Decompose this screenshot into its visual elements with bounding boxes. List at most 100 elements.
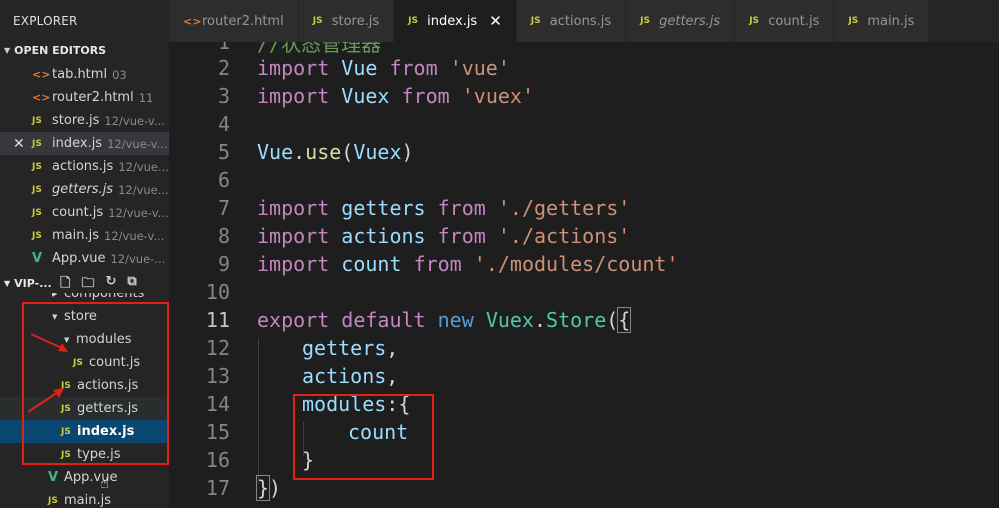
line-number: 11 <box>205 308 230 332</box>
line-number: 5 <box>217 140 230 164</box>
tab-label: index.js <box>427 13 478 29</box>
open-editor-store-js[interactable]: JS store.js 12/vue-v... <box>0 109 169 132</box>
js-file-icon: JS <box>848 16 859 26</box>
tab-label: store.js <box>331 13 380 29</box>
close-icon[interactable]: ✕ <box>13 136 25 152</box>
open-editor-desc: 12/vue-v... <box>107 136 168 151</box>
tab-count-js[interactable]: JS count.js <box>735 0 835 42</box>
js-file-icon: JS <box>73 357 83 368</box>
open-editor-desc: 03 <box>112 67 127 82</box>
close-icon[interactable]: ✕ <box>489 12 502 30</box>
line-number: 2 <box>217 56 230 80</box>
project-folder-header[interactable]: ▼ VIP-... 🗋 🗀 ↻ ⧉ <box>0 273 169 293</box>
open-editor-getters-js[interactable]: JS getters.js 12/vue... <box>0 178 169 201</box>
open-editor-actions-js[interactable]: JS actions.js 12/vue... <box>0 155 169 178</box>
html-file-icon: <> <box>32 68 51 81</box>
tab-index-js[interactable]: JS index.js ✕ <box>394 0 517 42</box>
tab-label: actions.js <box>549 13 612 29</box>
line-number: 17 <box>205 476 230 500</box>
line-number: 3 <box>217 84 230 108</box>
code-line: 14 modules:{ <box>169 390 410 418</box>
vue-file-icon: V <box>48 470 59 485</box>
mouse-cursor-icon: ☝ <box>100 474 110 492</box>
code-line: 16 } <box>169 446 314 474</box>
tab-store-js[interactable]: JS store.js <box>298 0 395 42</box>
js-file-icon: JS <box>32 115 42 126</box>
tab-router2-html[interactable]: <> router2.html <box>169 0 299 42</box>
line-number: 7 <box>217 196 230 220</box>
open-editor-main-js[interactable]: JS main.js 12/vue-v... <box>0 224 169 247</box>
js-file-icon: JS <box>312 16 323 26</box>
js-file-icon: JS <box>61 380 71 391</box>
tree-item-main-js[interactable]: JS main.js <box>0 489 169 508</box>
code-editor[interactable]: 1 //状态管理器 2 import Vue from 'vue' 3 impo… <box>169 42 999 508</box>
tree-item-components[interactable]: ▶ components <box>0 293 169 305</box>
open-editor-router2-html[interactable]: <> router2.html 11 <box>0 86 169 109</box>
open-editor-tab-html[interactable]: <> tab.html 03 <box>0 63 169 86</box>
tree-item-label: store <box>64 309 97 324</box>
open-editor-name: actions.js <box>52 159 114 174</box>
line-number: 6 <box>217 168 230 192</box>
code-line: 15 count <box>169 418 408 446</box>
open-editor-desc: 12/vue-v... <box>104 113 165 128</box>
code-content: import Vue from 'vue' <box>257 56 510 80</box>
code-content: } <box>302 448 315 472</box>
open-editor-name: router2.html <box>52 90 134 105</box>
code-content: import Vuex from 'vuex' <box>257 84 534 108</box>
open-editor-desc: 12/vue-v... <box>108 205 169 220</box>
open-editor-desc: 12/vue... <box>118 182 169 197</box>
code-content: import count from './modules/count' <box>257 252 679 276</box>
tab-actions-js[interactable]: JS actions.js <box>516 0 627 42</box>
tab-getters-js[interactable]: JS getters.js <box>626 0 736 42</box>
js-file-icon: JS <box>32 161 42 172</box>
code-content: Vue.use(Vuex) <box>257 140 414 164</box>
open-editors-header[interactable]: ▼ OPEN EDITORS <box>0 42 169 59</box>
chevron-down-icon: ▼ <box>52 312 58 321</box>
js-file-icon: JS <box>408 16 418 26</box>
code-line: 12 getters, <box>169 334 398 362</box>
explorer-title: EXPLORER <box>13 14 78 28</box>
tree-item-index-js[interactable]: JS index.js <box>0 420 169 443</box>
line-number: 8 <box>217 224 230 248</box>
tab-main-js[interactable]: JS main.js <box>834 0 930 42</box>
line-number: 12 <box>205 336 230 360</box>
js-file-icon: JS <box>61 426 71 437</box>
code-line: 10 <box>169 278 230 306</box>
tree-item-getters-js[interactable]: JS getters.js <box>0 397 169 420</box>
code-line: 5 Vue.use(Vuex) <box>169 138 414 166</box>
vue-file-icon: V <box>32 251 43 266</box>
chevron-down-icon: ▼ <box>4 278 11 288</box>
open-editor-index-js[interactable]: ✕ JS index.js 12/vue-v... <box>0 132 169 155</box>
open-editor-desc: 12/vue-... <box>110 251 166 266</box>
code-line: 7 import getters from './getters' <box>169 194 630 222</box>
line-number: 16 <box>205 448 230 472</box>
js-file-icon: JS <box>32 184 42 195</box>
open-editors-list: <> tab.html 03 <> router2.html 11 JS sto… <box>0 63 169 270</box>
open-editor-count-js[interactable]: JS count.js 12/vue-v... <box>0 201 169 224</box>
open-editor-app-vue[interactable]: V App.vue 12/vue-... <box>0 247 169 270</box>
open-editor-desc: 12/vue-v... <box>104 228 165 243</box>
tree-item-actions-js[interactable]: JS actions.js <box>0 374 169 397</box>
html-file-icon: <> <box>32 91 51 104</box>
tree-item-app-vue[interactable]: V App.vue <box>0 466 169 489</box>
html-file-icon: <> <box>183 14 202 28</box>
tree-item-type-js[interactable]: JS type.js <box>0 443 169 466</box>
js-file-icon: JS <box>61 403 71 414</box>
open-editor-name: store.js <box>52 113 100 128</box>
open-editor-desc: 11 <box>138 90 154 105</box>
open-editor-name: App.vue <box>52 251 106 266</box>
editor-tab-bar: <> router2.html JS store.js JS index.js … <box>169 0 999 42</box>
line-number: 1 <box>217 42 230 54</box>
line-number: 9 <box>217 252 230 276</box>
code-content: count <box>348 420 409 444</box>
open-editor-name: index.js <box>52 136 103 151</box>
code-comment: //状态管理器 <box>257 42 382 56</box>
js-file-icon: JS <box>32 207 42 218</box>
tree-item-modules[interactable]: ▼ modules <box>0 328 169 351</box>
file-tree: ▶ components ▼ store ▼ modules JS count.… <box>0 293 169 508</box>
explorer-sidebar: EXPLORER ▼ OPEN EDITORS <> tab.html 03 <… <box>0 0 169 508</box>
line-number: 14 <box>205 392 230 416</box>
tab-label: main.js <box>867 13 915 29</box>
tree-item-store[interactable]: ▼ store <box>0 305 169 328</box>
tree-item-count-js[interactable]: JS count.js <box>0 351 169 374</box>
